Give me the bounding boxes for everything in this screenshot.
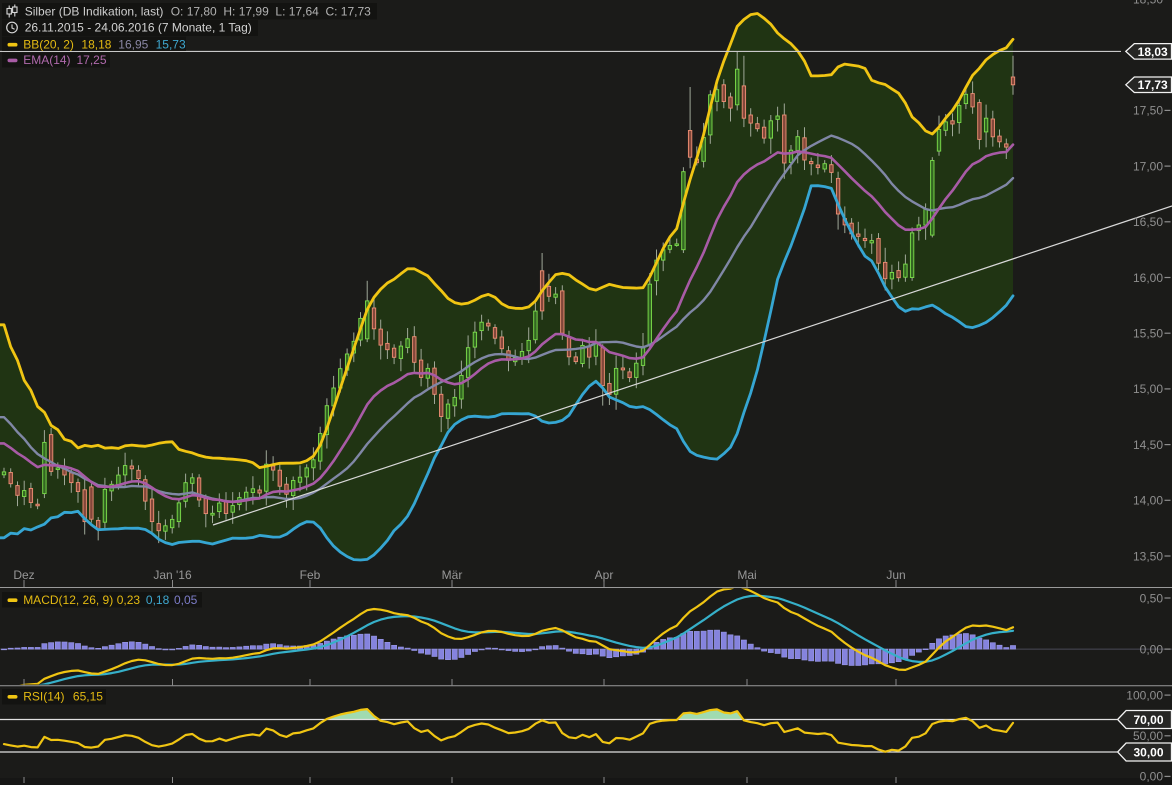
svg-text:Mär: Mär [442,568,463,582]
svg-text:100,00: 100,00 [1126,688,1163,702]
svg-text:15,73: 15,73 [156,37,186,51]
svg-text:Dez: Dez [13,568,34,582]
svg-text:0,00: 0,00 [1140,642,1164,656]
svg-text:16,50: 16,50 [1133,215,1163,229]
svg-text:BB(20, 2): BB(20, 2) [23,37,74,51]
svg-text:14,50: 14,50 [1133,438,1163,452]
svg-text:14,00: 14,00 [1133,494,1163,508]
svg-text:0,23: 0,23 [117,593,141,607]
svg-text:0,05: 0,05 [174,593,198,607]
svg-text:17,00: 17,00 [1133,159,1163,173]
svg-text:16,00: 16,00 [1133,271,1163,285]
svg-text:EMA(14): EMA(14) [23,53,70,67]
svg-text:Feb: Feb [300,568,321,582]
svg-text:16,95: 16,95 [118,37,148,51]
svg-text:Apr: Apr [595,568,614,582]
svg-text:0,18: 0,18 [146,593,170,607]
svg-text:17,73: 17,73 [1138,78,1168,92]
svg-text:65,15: 65,15 [73,690,103,704]
svg-text:30,00: 30,00 [1133,745,1163,759]
svg-text:13,50: 13,50 [1133,549,1163,563]
svg-text:RSI(14): RSI(14) [23,690,64,704]
svg-text:17,25: 17,25 [77,53,107,67]
svg-text:0,00: 0,00 [1140,770,1164,784]
svg-text:15,50: 15,50 [1133,327,1163,341]
svg-text:18,50: 18,50 [1133,0,1163,6]
svg-text:18,03: 18,03 [1138,45,1168,59]
svg-text:0,50: 0,50 [1140,591,1164,605]
svg-text:15,00: 15,00 [1133,382,1163,396]
svg-text:26.11.2015 - 24.06.2016 (7 Mon: 26.11.2015 - 24.06.2016 (7 Monate, 1 Tag… [25,21,252,35]
svg-text:70,00: 70,00 [1133,713,1163,727]
svg-text:Silber (DB Indikation, last): Silber (DB Indikation, last) [25,4,164,18]
svg-text:18,18: 18,18 [81,37,111,51]
svg-text:17,50: 17,50 [1133,104,1163,118]
svg-text:Mai: Mai [737,568,756,582]
svg-text:Jun: Jun [886,568,905,582]
svg-text:MACD(12, 26, 9): MACD(12, 26, 9) [23,593,113,607]
svg-text:Jan '16: Jan '16 [153,568,192,582]
svg-text:50,00: 50,00 [1133,729,1163,743]
svg-text:O: 17,80 H: 17,99 L: 17,64: O: 17,80 H: 17,99 L: 17,64 C: 17,73 [171,4,371,18]
